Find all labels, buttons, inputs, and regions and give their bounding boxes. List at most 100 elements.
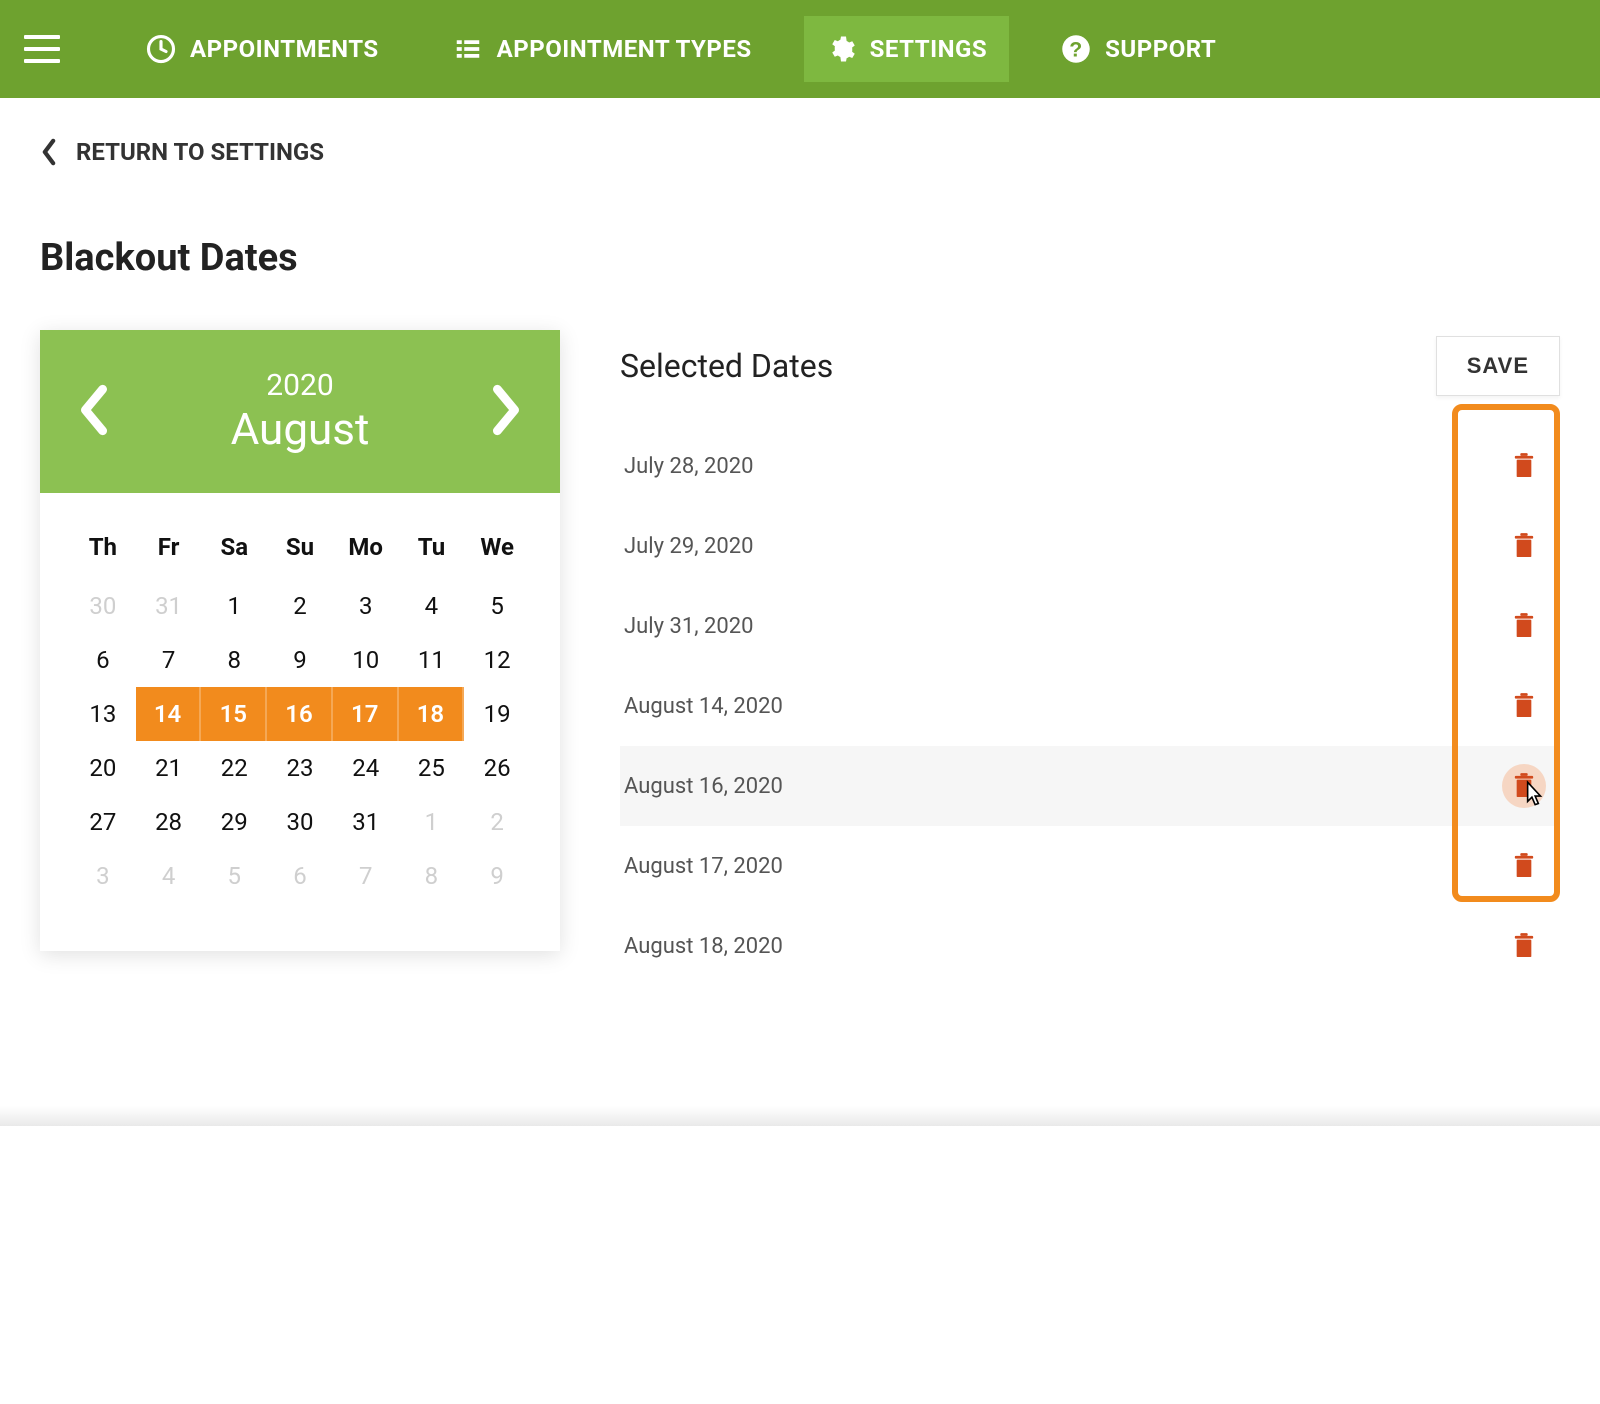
top-nav: APPOINTMENTS APPOINTMENT TYPES SETTINGS? SU… (0, 0, 1600, 98)
calendar-day[interactable]: 24 (333, 741, 399, 795)
calendar-day[interactable]: 6 (70, 633, 136, 687)
list-icon (453, 34, 483, 64)
selected-date-row: August 18, 2020 (620, 906, 1560, 986)
svg-text:?: ? (1069, 38, 1083, 62)
delete-date-button[interactable] (1502, 524, 1546, 568)
nav-appointment-types[interactable]: APPOINTMENT TYPES (431, 16, 774, 82)
calendar-next-button[interactable] (472, 374, 540, 450)
menu-icon[interactable] (24, 35, 60, 63)
selected-date-label: August 18, 2020 (624, 934, 783, 959)
calendar-day[interactable]: 15 (201, 687, 267, 741)
calendar-day[interactable]: 27 (70, 795, 136, 849)
save-button[interactable]: SAVE (1436, 336, 1560, 396)
calendar-day[interactable]: 1 (399, 795, 465, 849)
calendar-day[interactable]: 26 (464, 741, 530, 795)
delete-date-button[interactable] (1502, 604, 1546, 648)
nav-appointments[interactable]: APPOINTMENTS (124, 16, 401, 82)
delete-date-button[interactable] (1502, 764, 1546, 808)
selected-date-row: August 14, 2020 (620, 666, 1560, 746)
calendar: 2020 August ThFrSaSuMoTuWe 3031123456789… (40, 330, 560, 951)
nav-label: SUPPORT (1105, 35, 1216, 63)
selected-dates-title: Selected Dates (620, 347, 833, 385)
calendar-day[interactable]: 5 (464, 579, 530, 633)
calendar-day[interactable]: 17 (333, 687, 399, 741)
calendar-day[interactable]: 7 (136, 633, 202, 687)
calendar-day[interactable]: 11 (399, 633, 465, 687)
calendar-day[interactable]: 13 (70, 687, 136, 741)
nav-settings[interactable]: SETTINGS (804, 16, 1010, 82)
calendar-day[interactable]: 31 (136, 579, 202, 633)
calendar-day[interactable]: 2 (267, 579, 333, 633)
calendar-day[interactable]: 10 (333, 633, 399, 687)
calendar-day[interactable]: 7 (333, 849, 399, 903)
selected-date-label: August 16, 2020 (624, 774, 783, 799)
help-icon: ? (1061, 34, 1091, 64)
trash-icon (1513, 773, 1535, 799)
selected-date-row: July 31, 2020 (620, 586, 1560, 666)
calendar-day[interactable]: 8 (201, 633, 267, 687)
calendar-dow: Th (70, 533, 136, 579)
calendar-day[interactable]: 5 (201, 849, 267, 903)
calendar-day[interactable]: 22 (201, 741, 267, 795)
selected-dates-panel: Selected Dates SAVE July 28, 2020 July 29… (620, 330, 1560, 986)
calendar-day[interactable]: 19 (464, 687, 530, 741)
calendar-day[interactable]: 28 (136, 795, 202, 849)
calendar-dow: Mo (333, 533, 399, 579)
page-footer-shadow (0, 1106, 1600, 1126)
calendar-day[interactable]: 25 (399, 741, 465, 795)
nav-label: APPOINTMENT TYPES (497, 35, 752, 63)
trash-icon (1513, 933, 1535, 959)
delete-date-button[interactable] (1502, 844, 1546, 888)
calendar-day[interactable]: 23 (267, 741, 333, 795)
calendar-dow: Fr (136, 533, 202, 579)
page-title: Blackout Dates (40, 236, 1560, 280)
return-to-settings-link[interactable]: RETURN TO SETTINGS (40, 138, 1560, 166)
calendar-day[interactable]: 3 (333, 579, 399, 633)
selected-date-label: July 29, 2020 (624, 534, 753, 559)
calendar-day[interactable]: 3 (70, 849, 136, 903)
clock-icon (146, 34, 176, 64)
calendar-day[interactable]: 18 (399, 687, 465, 741)
calendar-day[interactable]: 9 (464, 849, 530, 903)
delete-date-button[interactable] (1502, 444, 1546, 488)
calendar-title: 2020 August (231, 368, 370, 455)
chevron-left-icon (40, 138, 58, 166)
selected-date-label: August 17, 2020 (624, 854, 783, 879)
calendar-day[interactable]: 14 (136, 687, 202, 741)
calendar-day[interactable]: 30 (70, 579, 136, 633)
calendar-day[interactable]: 4 (399, 579, 465, 633)
calendar-day[interactable]: 20 (70, 741, 136, 795)
selected-date-row: August 17, 2020 (620, 826, 1560, 906)
trash-icon (1513, 693, 1535, 719)
calendar-year: 2020 (231, 368, 370, 403)
calendar-day[interactable]: 2 (464, 795, 530, 849)
calendar-day[interactable]: 21 (136, 741, 202, 795)
selected-date-row: July 29, 2020 (620, 506, 1560, 586)
calendar-day[interactable]: 9 (267, 633, 333, 687)
selected-date-label: August 14, 2020 (624, 694, 783, 719)
calendar-prev-button[interactable] (60, 374, 128, 450)
calendar-dow: Tu (399, 533, 465, 579)
trash-icon (1513, 533, 1535, 559)
calendar-day[interactable]: 30 (267, 795, 333, 849)
selected-date-label: July 28, 2020 (624, 454, 753, 479)
main-content: RETURN TO SETTINGS Blackout Dates 2020 A… (0, 98, 1600, 1066)
gear-icon (826, 34, 856, 64)
trash-icon (1513, 853, 1535, 879)
delete-date-button[interactable] (1502, 924, 1546, 968)
selected-date-row: July 28, 2020 (620, 426, 1560, 506)
calendar-day[interactable]: 12 (464, 633, 530, 687)
calendar-day[interactable]: 16 (267, 687, 333, 741)
calendar-day[interactable]: 4 (136, 849, 202, 903)
nav-label: APPOINTMENTS (190, 35, 379, 63)
calendar-day[interactable]: 6 (267, 849, 333, 903)
delete-date-button[interactable] (1502, 684, 1546, 728)
calendar-day[interactable]: 31 (333, 795, 399, 849)
calendar-dow: Sa (201, 533, 267, 579)
calendar-grid: ThFrSaSuMoTuWe 3031123456789101112131415… (40, 493, 560, 951)
calendar-day[interactable]: 1 (201, 579, 267, 633)
nav-support[interactable]: ? SUPPORT (1039, 16, 1238, 82)
calendar-day[interactable]: 8 (399, 849, 465, 903)
calendar-day[interactable]: 29 (201, 795, 267, 849)
nav-label: SETTINGS (870, 35, 988, 63)
